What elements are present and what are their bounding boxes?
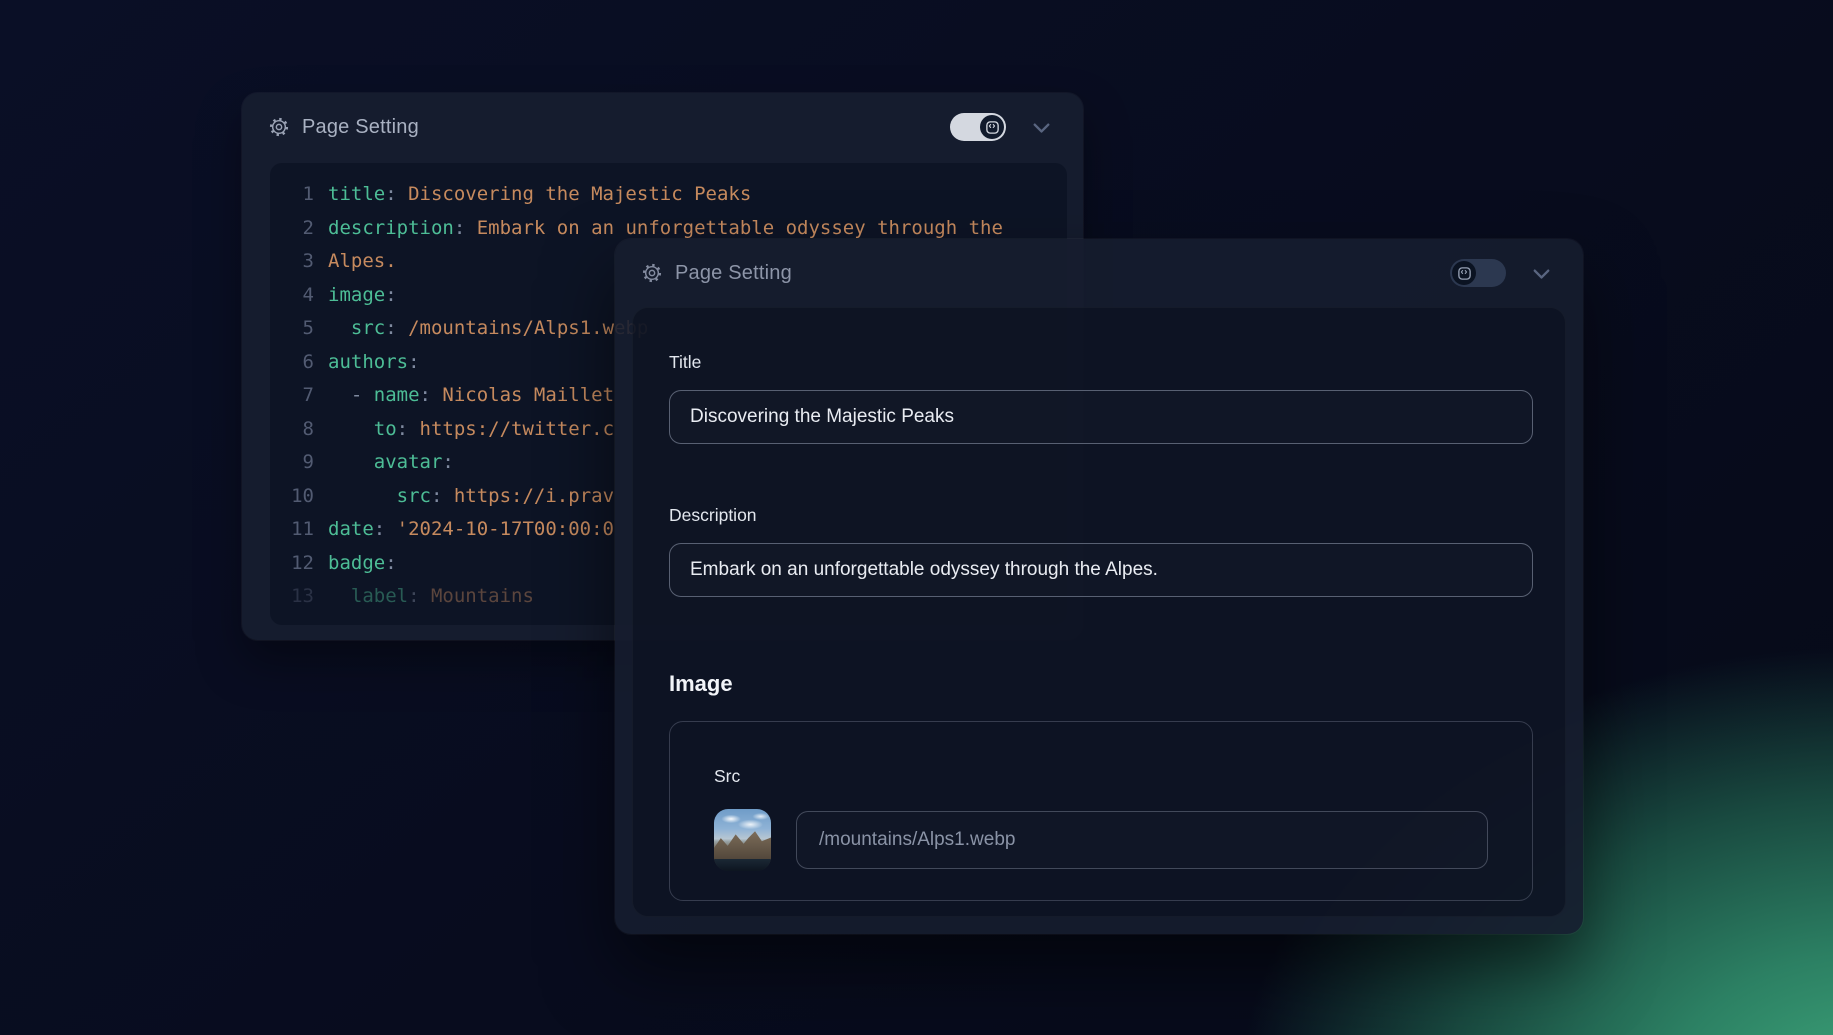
- code-square-icon: [985, 120, 1000, 135]
- form-panel-header: Page Setting: [615, 239, 1583, 307]
- code-view-toggle[interactable]: [950, 113, 1006, 141]
- code-view-toggle[interactable]: [1450, 259, 1506, 287]
- gear-icon: [268, 116, 290, 138]
- description-field-label: Description: [669, 505, 1533, 526]
- image-section-heading: Image: [669, 671, 1533, 697]
- chevron-down-icon[interactable]: [1028, 114, 1055, 141]
- form-content-card: Title Description Image Src: [632, 307, 1566, 917]
- image-group-box: Src: [669, 721, 1533, 901]
- image-src-input[interactable]: [796, 811, 1488, 869]
- image-thumbnail[interactable]: [714, 809, 771, 871]
- title-input[interactable]: [669, 390, 1533, 444]
- code-panel-header: Page Setting: [242, 93, 1083, 161]
- code-line: 1title: Discovering the Majestic Peaks: [284, 178, 1067, 212]
- code-square-icon: [1457, 266, 1472, 281]
- code-toggle-knob: [1452, 261, 1476, 285]
- code-toggle-knob: [980, 115, 1004, 139]
- panel-title: Page Setting: [675, 262, 792, 285]
- page-setting-form-panel: Page Setting Title Description: [615, 239, 1583, 934]
- chevron-down-icon[interactable]: [1528, 260, 1555, 287]
- gear-icon: [641, 262, 663, 284]
- src-field-label: Src: [714, 766, 1488, 787]
- description-input[interactable]: [669, 543, 1533, 597]
- title-field-label: Title: [669, 352, 1533, 373]
- panel-title: Page Setting: [302, 116, 419, 139]
